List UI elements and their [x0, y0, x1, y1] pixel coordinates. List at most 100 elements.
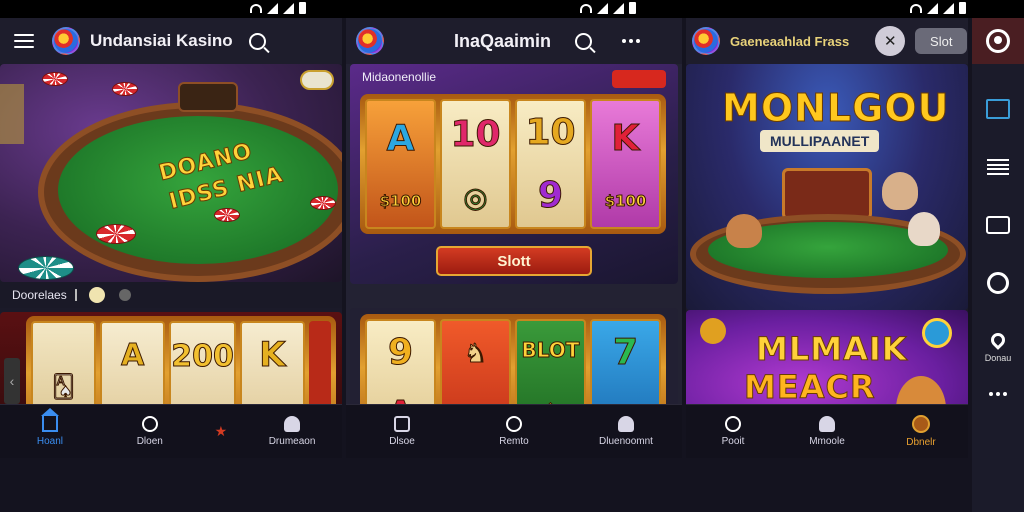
menu-icon[interactable] — [14, 34, 34, 48]
slot-feature-card[interactable]: Midaonenollie A $100 10 ◎ 10 9 K $100 Sl… — [350, 64, 678, 284]
panel-casino: Undansiai Kasino DOANO IDSS NIA Doorelae… — [0, 18, 342, 458]
search-icon — [141, 416, 158, 432]
signal-icon — [943, 2, 954, 14]
nav-profile[interactable]: Drumeaon — [257, 416, 327, 447]
status-icons-1 — [250, 2, 306, 14]
status-icons-3 — [910, 2, 966, 14]
app-root: Undansiai Kasino DOANO IDSS NIA Doorelae… — [0, 0, 1024, 512]
slot-button[interactable]: Slott — [436, 246, 592, 276]
reel-symbol: A — [386, 117, 415, 159]
reel-symbol: 9 — [537, 175, 564, 217]
dog-character — [908, 212, 940, 246]
reel: 10 ◎ — [440, 99, 511, 229]
chip-badge — [300, 70, 334, 90]
reel-symbol: $100 — [379, 192, 422, 211]
nav-search[interactable]: Remto — [479, 416, 549, 447]
page-title: Gaeneaahlad Frass — [730, 33, 850, 49]
rail-camera-button[interactable] — [985, 270, 1011, 296]
wall-light — [0, 84, 24, 144]
star-icon: ★ — [214, 423, 228, 439]
live-badge — [612, 70, 666, 88]
nav-search[interactable]: Pooit — [698, 416, 768, 447]
reel-symbol: K — [259, 335, 286, 376]
nav-profile[interactable]: Mmoole — [792, 416, 862, 447]
reel-symbol: A — [121, 338, 145, 374]
more-icon[interactable] — [622, 39, 641, 43]
rail-card-button[interactable] — [985, 212, 1011, 238]
globe-icon — [922, 318, 952, 348]
reel-symbol: 7 — [612, 332, 639, 374]
poker-chip — [214, 208, 240, 222]
nav-label: Mmoole — [809, 436, 845, 447]
nav-label: Pooit — [721, 436, 745, 447]
page-title: InaQaaimin — [454, 30, 552, 51]
status-icons-2 — [580, 2, 636, 14]
reel-symbol: K — [611, 117, 640, 159]
reel-symbol: $100 — [604, 192, 647, 211]
panel-promos: Gaeneaahlad Frass ✕ Slot MONLGOU MULLIPA… — [686, 18, 968, 458]
prev-arrow-icon[interactable]: ‹ — [4, 358, 20, 404]
rail-profile-button[interactable] — [972, 18, 1024, 64]
header: Gaeneaahlad Frass ✕ Slot — [686, 18, 968, 64]
side-rail: Donau — [972, 18, 1024, 512]
divider — [74, 289, 77, 301]
dealer-tray — [178, 82, 238, 112]
battery-icon — [299, 2, 306, 14]
multiplayer-card[interactable]: MONLGOU MULLIPAANET — [686, 64, 968, 310]
poker-chip — [42, 72, 68, 86]
header: Undansiai Kasino — [0, 18, 342, 64]
box-icon — [394, 416, 410, 432]
nav-label: Drumeaon — [268, 436, 316, 447]
tools-icon[interactable]: ✕ — [875, 26, 906, 56]
page-dot[interactable] — [118, 289, 131, 301]
caption-text: Doorelaes — [12, 288, 67, 302]
nav-profile[interactable]: Dluenoomnt — [591, 416, 661, 447]
battery-icon — [959, 2, 966, 14]
app-logo — [356, 27, 384, 55]
search-icon[interactable] — [575, 32, 593, 50]
rail-chart-button[interactable] — [985, 96, 1011, 122]
reel: A $100 — [365, 99, 436, 229]
nav-box[interactable]: Dbnelr — [886, 415, 956, 448]
signal-icon — [613, 2, 624, 14]
dog-character — [726, 214, 762, 248]
nav-label: Dlsoe — [389, 436, 415, 447]
promo-title-2: MEACR — [744, 368, 876, 407]
more-icon[interactable] — [989, 392, 1007, 396]
reel-symbol: 9 — [387, 332, 414, 374]
app-logo — [52, 27, 80, 55]
poker-chip — [96, 224, 136, 244]
signal-icon — [927, 2, 938, 14]
rail-list-button[interactable] — [985, 154, 1011, 180]
coin-icon — [88, 287, 105, 303]
search-icon — [506, 416, 522, 432]
battery-icon — [629, 2, 636, 14]
nav-home[interactable]: Hoanl — [15, 408, 85, 447]
signal-icon — [283, 2, 294, 14]
poker-table-card[interactable]: DOANO IDSS NIA — [0, 64, 342, 282]
chart-icon — [986, 99, 1010, 119]
nav-label: Remto — [499, 436, 529, 447]
nav-games[interactable]: Dlsoe — [367, 416, 437, 447]
poker-chip — [310, 196, 336, 210]
panel-slots: InaQaaimin Midaonenollie A $100 10 ◎ 10 … — [346, 18, 682, 458]
slot-header-button[interactable]: Slot — [915, 28, 968, 54]
reel-symbol: BLOT — [521, 338, 580, 363]
slot-reels: A $100 10 ◎ 10 9 K $100 — [360, 94, 666, 234]
nav-label: Dbnelr — [906, 437, 936, 448]
poker-chip — [18, 256, 74, 280]
slot-cabinet — [782, 168, 872, 220]
nav-search[interactable]: Dloen — [115, 416, 185, 447]
card-label: Midaonenollie — [362, 70, 437, 84]
hero-title: MONLGOU — [722, 86, 950, 131]
reel-symbol: 10 — [525, 112, 576, 154]
search-icon[interactable] — [248, 32, 266, 50]
reel-symbol: 200 — [171, 338, 235, 374]
reel: 10 9 — [515, 99, 586, 229]
home-icon — [40, 408, 59, 432]
dog-character — [882, 172, 918, 210]
rail-location-button[interactable]: Donau — [985, 328, 1011, 368]
signal-icon — [267, 2, 278, 14]
poker-chip — [112, 82, 138, 96]
promo-title-1: MLMAIK — [756, 330, 908, 369]
